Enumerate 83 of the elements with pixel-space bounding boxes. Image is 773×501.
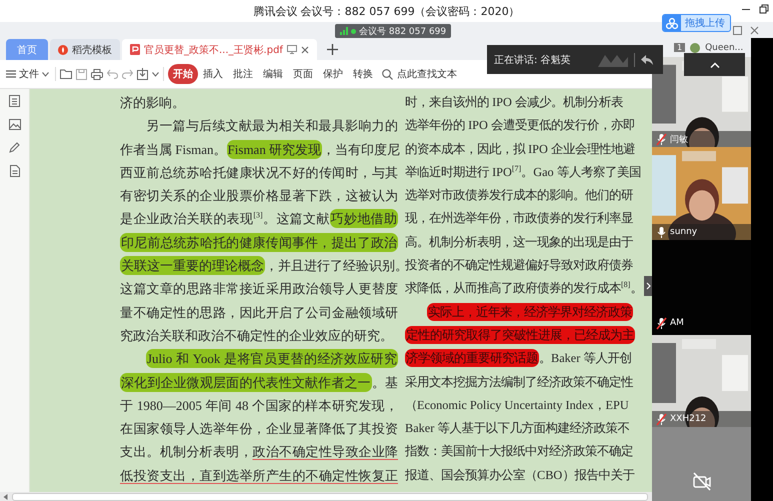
- text-line: 采用文本挖掘方法编制了经济政策不确定性: [405, 374, 633, 391]
- close-icon[interactable]: [300, 46, 309, 54]
- document-icon[interactable]: [10, 165, 20, 177]
- text-line: 支出。机制分析表明，政治不确定性导致企业降: [120, 443, 398, 462]
- document-tab[interactable]: 稻壳模板: [50, 39, 120, 60]
- ribbon-tab[interactable]: 转换: [348, 64, 378, 84]
- chevron-up-icon: [710, 62, 720, 68]
- text-line: 选举对市政债券发行成本的影响。他们的研: [405, 187, 633, 204]
- user-name[interactable]: Queen...: [705, 42, 744, 52]
- text-line: 实际上，近年来，经济学界对经济政策: [426, 302, 633, 323]
- plus-icon[interactable]: [326, 44, 338, 55]
- monitor-icon[interactable]: [286, 45, 297, 54]
- list-icon[interactable]: [9, 95, 20, 107]
- participant-name: sunny: [670, 227, 698, 237]
- text-line: Baker 等人基于以下几方面构建经济政策不: [405, 420, 630, 438]
- text-line: 定性的研究取得了突破性进展，已经成为主: [405, 324, 635, 346]
- ribbon-tab[interactable]: 插入: [198, 64, 228, 84]
- text-line: 深化到企业微观层面的代表性文献作者之一。基: [120, 372, 398, 394]
- participant-name: AM: [670, 318, 684, 328]
- speaker-label: 正在讲话: 谷魁英: [494, 54, 572, 66]
- pdf-icon: [130, 44, 140, 55]
- close-icon[interactable]: [750, 26, 759, 34]
- expand-button[interactable]: [644, 276, 652, 296]
- image-icon[interactable]: [8, 119, 20, 130]
- text-line: 西亚前总统苏哈托健康状况不好的传闻时，与其: [120, 164, 398, 182]
- signal-icon: [340, 27, 348, 35]
- text-line: 量不确定性的思路，因此开启了公司金融领域研: [120, 304, 398, 322]
- restore-icon[interactable]: [759, 4, 769, 14]
- search-icon: [382, 68, 393, 80]
- text-line: 高。机制分析表明，这一现象的出现是由于: [405, 234, 633, 251]
- window-title: 腾讯会议 会议号：882 057 699（会议密码：2020）: [253, 4, 520, 18]
- avatar-icon[interactable]: [690, 42, 700, 52]
- text-line: 举临近时期进行 IPO$^{[7]}$。Gao 等人考察了美国: [405, 162, 641, 181]
- text-line: 报道、国会预算办公室（CBO）报告中关于: [405, 466, 634, 484]
- scroll-left-icon[interactable]: [3, 494, 8, 500]
- cloud-icon: [666, 18, 678, 28]
- text-line: 印尼前总统苏哈托的健康传闻事件，提出了政治: [120, 232, 398, 254]
- text-line: 选举年份的 IPO 会遭受更低的发行价，亦即: [405, 117, 635, 134]
- text-line: 究政治关联和政治不确定性的企业效应的研究。: [120, 326, 394, 345]
- text-line: 是企业政治关联的表现$^{[3]}$。这篇文献巧妙地借助: [120, 208, 398, 230]
- text-line: 指数：美国前十大报纸中对经济政策不确定: [405, 443, 633, 460]
- ribbon-tab[interactable]: 页面: [288, 64, 318, 84]
- ribbon-tab[interactable]: 开始: [168, 64, 198, 84]
- caret-icon[interactable]: [152, 72, 159, 76]
- text-line: 这篇文章的思路非常接近采用政治领导人更替度: [120, 280, 398, 298]
- text-line: 济学领域的重要研究话题。Baker 等人开创: [405, 348, 632, 370]
- mountain-icon: [598, 52, 628, 66]
- meeting-id: 会议号 882 057 699: [359, 26, 446, 38]
- text-line: 求降低，从而推高了政府债券的发行成本$^{[8]}$。: [405, 279, 642, 298]
- text-line: 低投资支出，直到选举所产生的不确定性恢复正: [120, 466, 398, 485]
- text-line: 现，在州选举年份，市政债券的发行利率显: [405, 210, 633, 228]
- pen-icon[interactable]: [9, 142, 20, 153]
- text-line: 关联这一重要的理论概念，并且进行了经验识别。: [120, 255, 398, 278]
- text-line: 于 1980—2005 年间 48 个国家的样本研究发现，: [120, 396, 398, 415]
- camera-off-icon: [692, 471, 712, 491]
- document-tab[interactable]: 官员更替_政策不..._王贤彬.pdf: [122, 39, 317, 60]
- print-icon[interactable]: [91, 68, 103, 80]
- folder-icon[interactable]: [60, 69, 72, 79]
- text-line: 另一篇与后续文献最为相关和最具影响力的: [145, 117, 398, 136]
- text-line: （Economic Policy Uncertainty Index，EPU: [405, 396, 629, 414]
- flame-icon: [58, 44, 68, 54]
- text-line: Julio 和 Yook 是将官员更替的经济效应研究: [145, 348, 398, 370]
- ribbon-tab[interactable]: 保护: [318, 64, 348, 84]
- text-line: 的资本成本，因此，拟 IPO 企业会理性地避: [405, 140, 635, 158]
- reply-icon[interactable]: [641, 54, 653, 64]
- text-line: 有密切关系的企业股票价格显著下跌，这被认为: [120, 187, 398, 206]
- text-line: 时，来自该州的 IPO 会减少。机制分析表: [405, 94, 623, 111]
- menu-icon: [6, 70, 16, 78]
- text-line: 投资者的不确定性规避偏好导致对政府债券: [405, 257, 633, 274]
- caret-icon: [42, 72, 49, 76]
- text-line: 济的影响。: [120, 94, 186, 112]
- text-line: 作者当属 Fisman。Fisman 研究发现，当有印度尼: [120, 138, 398, 161]
- ribbon-tab[interactable]: 批注: [228, 64, 258, 84]
- text-line: 在国家领导人选举年份，企业显著降低了其投资: [120, 420, 398, 438]
- participant-name: XXH212: [670, 414, 706, 424]
- maximize-icon[interactable]: [733, 26, 742, 34]
- file-menu[interactable]: 文件: [4, 67, 51, 81]
- ribbon-tab[interactable]: 编辑: [258, 64, 288, 84]
- export-icon[interactable]: [137, 68, 148, 80]
- count-badge: 1: [674, 43, 686, 52]
- chevron-right-icon: [646, 282, 650, 290]
- status-dot: [351, 28, 356, 34]
- scrollbar-thumb[interactable]: [12, 492, 648, 500]
